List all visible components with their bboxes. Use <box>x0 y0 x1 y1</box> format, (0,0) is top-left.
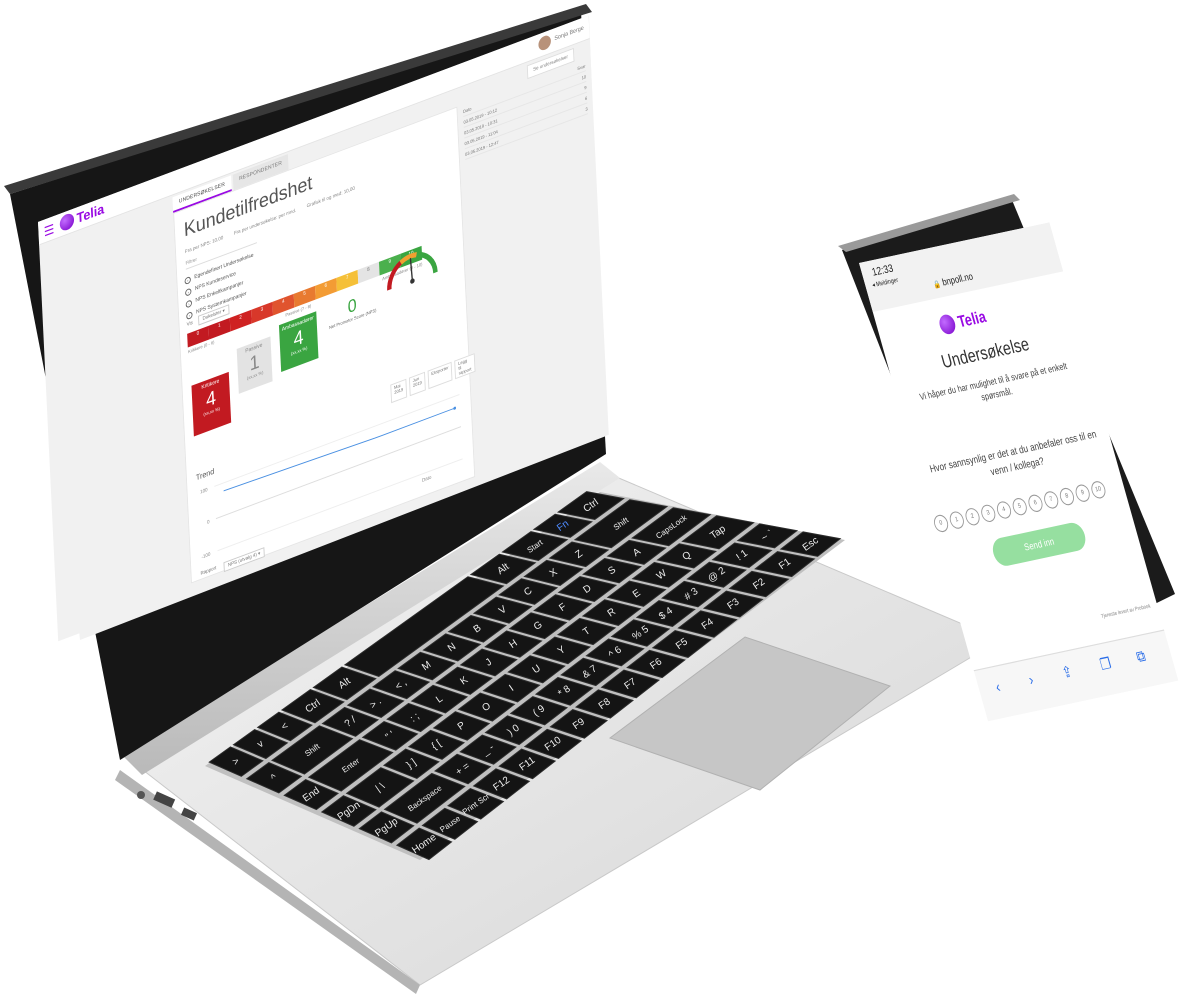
add-report-button[interactable]: Legg til rapport <box>454 353 476 380</box>
view-filter-label: Vis <box>186 319 193 328</box>
send-button[interactable]: Send inn <box>989 520 1089 568</box>
back-arrow-icon[interactable]: ‹ <box>993 678 1002 696</box>
rating-option[interactable]: 5 <box>1010 496 1029 517</box>
trend-tick: 100 <box>200 487 208 496</box>
product-mockup-scene: Esc F1 F2 F3 F4 F5 F6 F7 F8 F9 F10 F11 F12 Print Scr P… <box>0 0 1179 994</box>
table-cell: 9 <box>584 84 587 91</box>
url-text: bnpoll.no <box>940 270 975 288</box>
hamburger-menu-icon[interactable]: ☰ <box>44 221 55 240</box>
table-cell: Svar <box>577 62 586 71</box>
rating-option[interactable]: 0 <box>932 513 951 534</box>
telia-pebble-icon <box>59 211 75 233</box>
kritikere-box: Kritikere 4 (xx,xx %) <box>191 371 232 437</box>
chevron-circle-icon: › <box>184 275 191 285</box>
ambassadorer-box: Ambassadører 4 (xx,xx %) <box>278 311 319 373</box>
table-cell: 3 <box>585 105 588 112</box>
lock-icon: 🔒 <box>932 280 943 290</box>
rating-option[interactable]: 9 <box>1073 483 1092 504</box>
telia-pebble-icon <box>937 313 958 336</box>
brand-name: Telia <box>955 307 989 332</box>
gauge-arc-orange <box>399 252 417 265</box>
rating-option[interactable]: 3 <box>979 503 998 524</box>
export-button[interactable]: Eksporter <box>427 361 453 390</box>
trend-grid <box>214 394 460 487</box>
gauge-hub <box>410 278 415 284</box>
trend-legend: Dato <box>422 474 432 484</box>
chevron-circle-icon: › <box>184 287 192 297</box>
trend-range-to[interactable]: Jun 2019 <box>408 371 426 397</box>
bookmarks-icon[interactable]: ❐ <box>1098 654 1114 674</box>
chevron-circle-icon: › <box>185 298 193 308</box>
passive-box: Passive 1 (xx,xx %) <box>236 336 273 394</box>
tabs-icon[interactable]: ⧉ <box>1134 647 1147 667</box>
rating-option[interactable]: 10 <box>1089 479 1108 500</box>
audio-port <box>137 791 145 799</box>
survey-question: Hvor sannsynlig er det at du anbefaler o… <box>928 428 1098 479</box>
user-name: Sonja Berge <box>554 25 584 43</box>
table-cell: 6 <box>584 95 588 101</box>
address-bar[interactable]: 🔒bnpoll.no <box>932 271 974 290</box>
rating-option[interactable]: 1 <box>947 510 966 531</box>
table-cell: Dato <box>462 105 472 114</box>
forward-arrow-icon[interactable]: › <box>1027 670 1036 688</box>
gauge-arc-red <box>387 260 402 291</box>
trend-tick: -100 <box>201 551 210 561</box>
footer-note: Tjeneste levert av Probook <box>1100 603 1152 621</box>
trend-point <box>453 406 457 410</box>
telia-logo: Telia <box>937 307 988 336</box>
rating-option[interactable]: 7 <box>1042 489 1061 510</box>
rating-option[interactable]: 2 <box>963 506 982 527</box>
table-cell: 10 <box>581 73 587 81</box>
trend-tick: 0 <box>207 519 210 526</box>
avatar <box>538 33 552 53</box>
rating-option[interactable]: 8 <box>1057 486 1076 507</box>
rating-option[interactable]: 6 <box>1026 493 1045 514</box>
rating-option[interactable]: 4 <box>994 500 1014 520</box>
gauge-arc-green <box>416 252 438 274</box>
trend-line <box>223 407 455 492</box>
trend-range-from[interactable]: Mai 2019 <box>390 378 408 404</box>
nps-gauge <box>387 252 438 291</box>
gauge-needle <box>409 257 414 282</box>
share-icon[interactable]: ⇪ <box>1060 662 1075 682</box>
report-label: Rapport <box>200 565 217 577</box>
meta-item: Grafisk til og med: 10,00 <box>306 185 356 210</box>
